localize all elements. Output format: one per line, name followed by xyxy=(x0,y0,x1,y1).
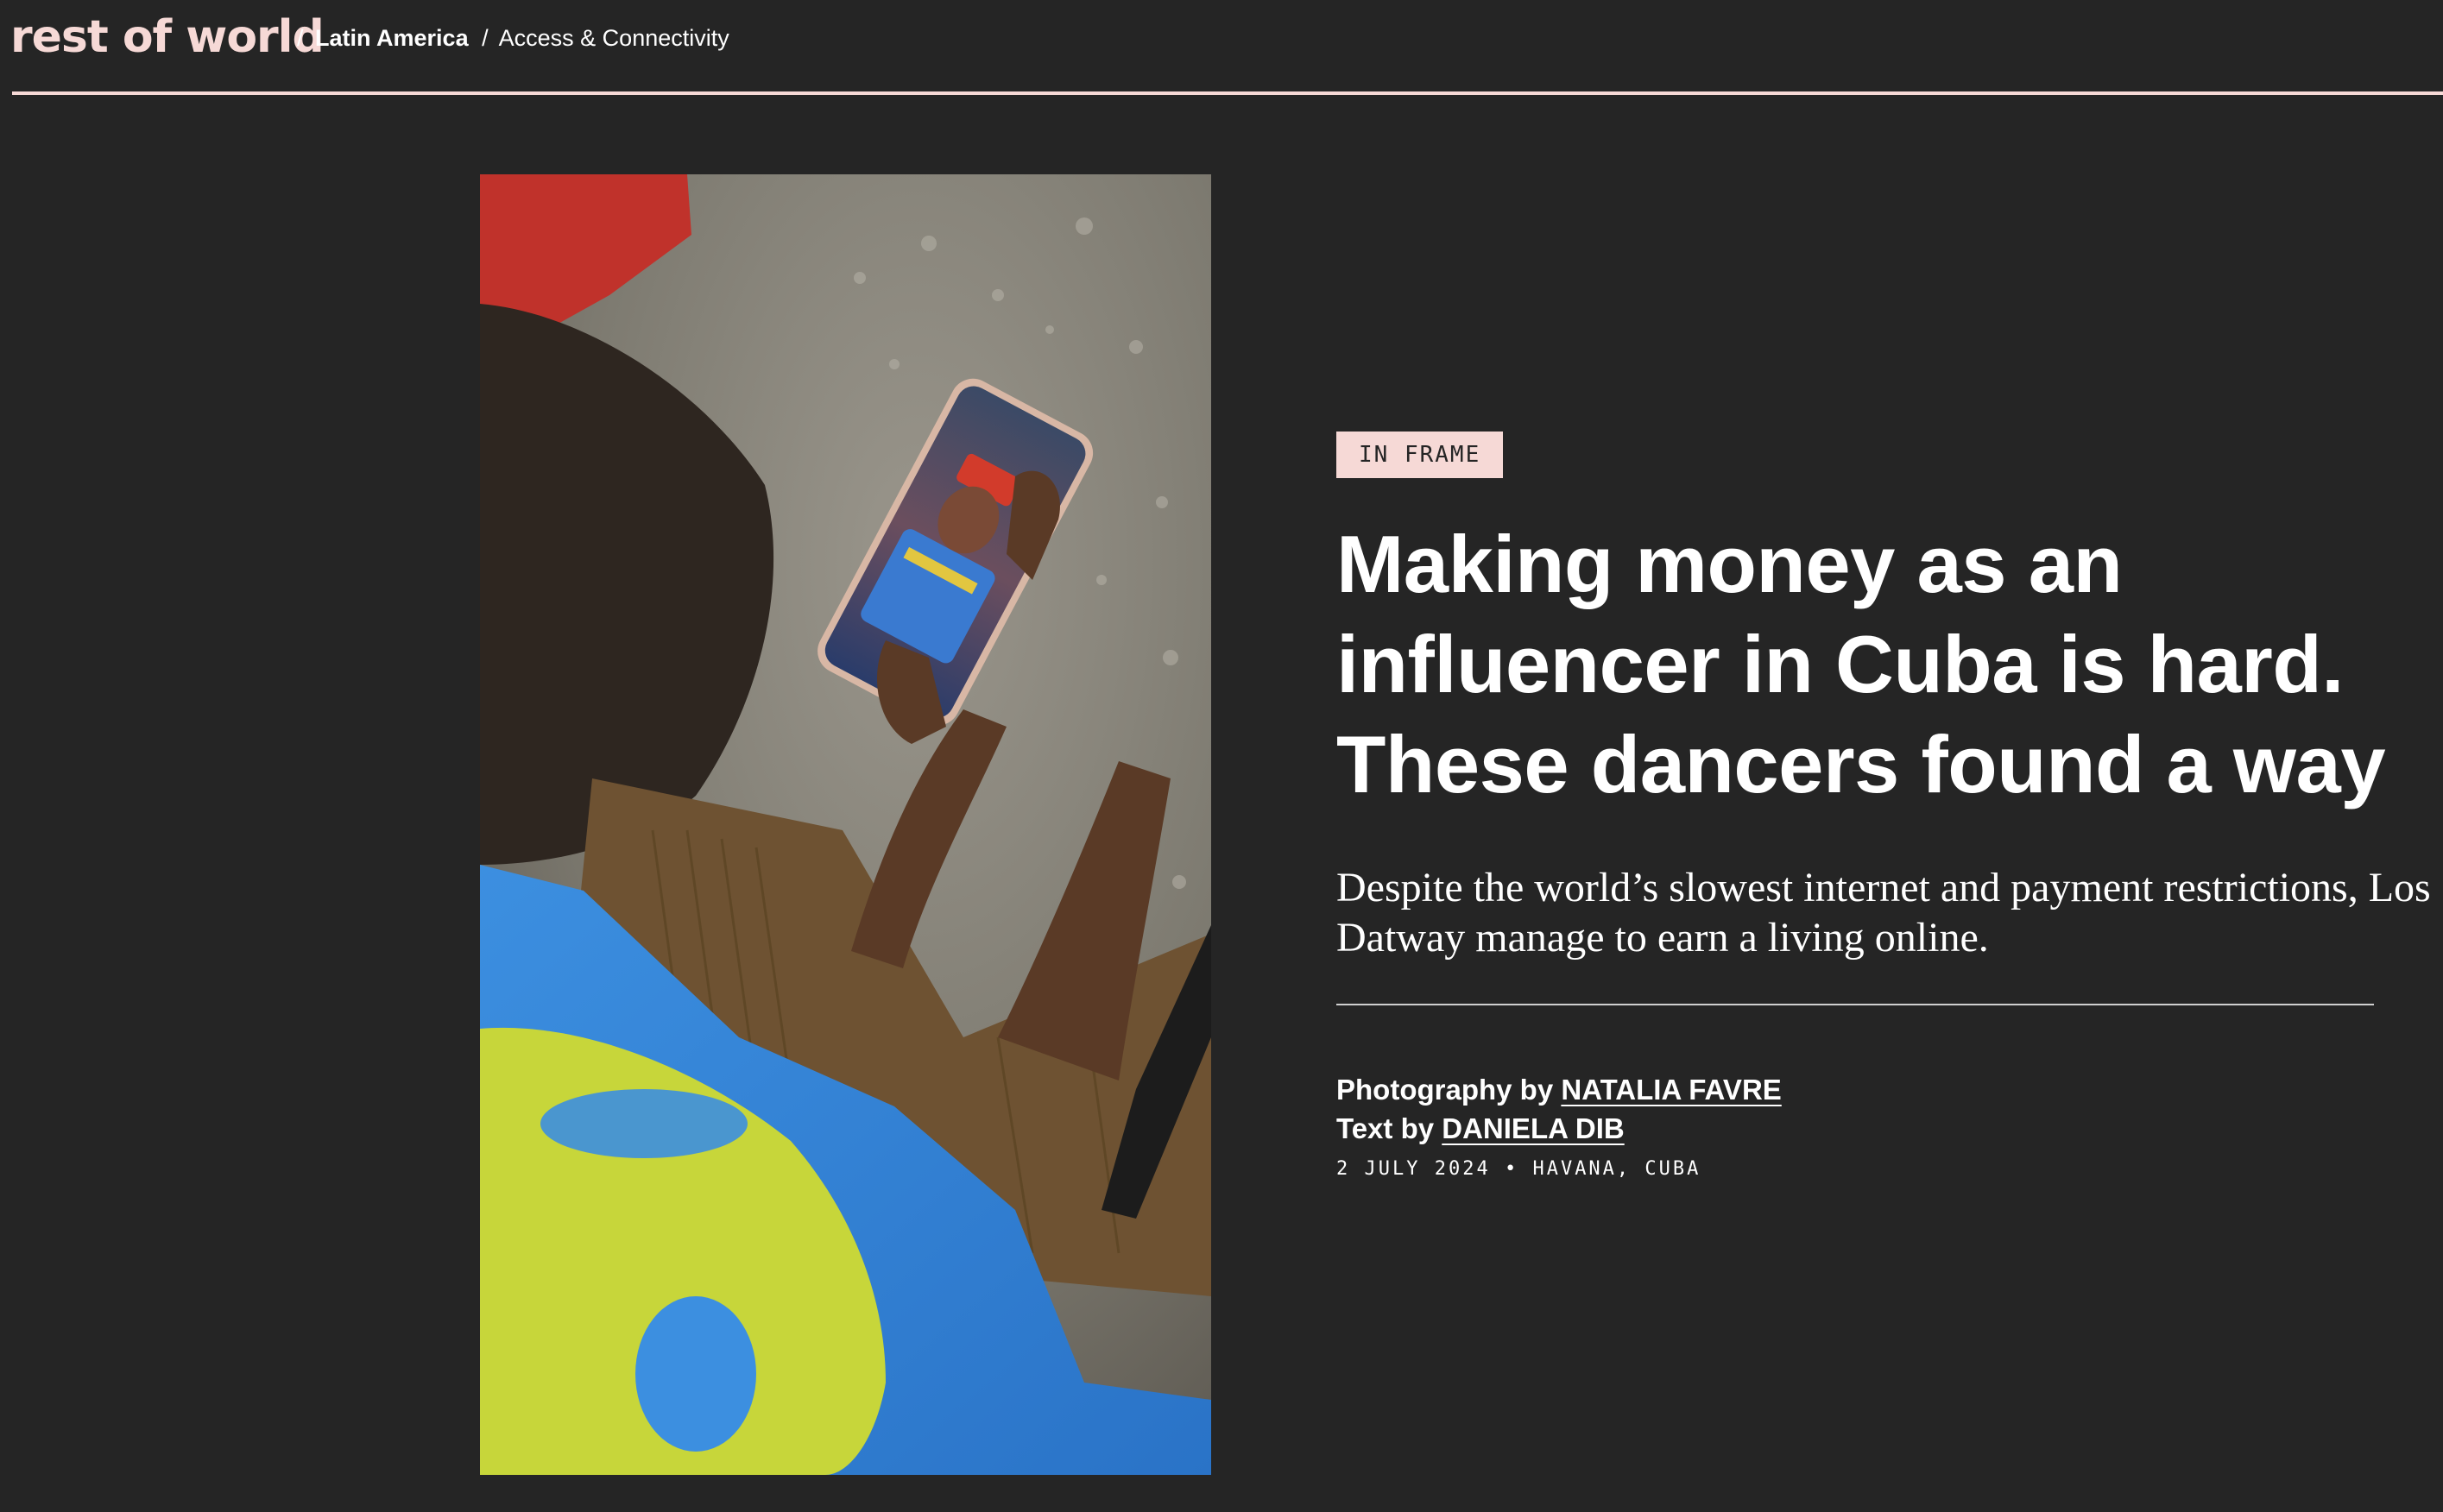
publish-date: 2 JULY 2024 xyxy=(1336,1158,1491,1180)
article-dateline: 2 JULY 2024 • HAVANA, CUBA xyxy=(1336,1156,1701,1182)
header-divider xyxy=(12,91,2443,95)
breadcrumb: / Latin America / Access & Connectivity xyxy=(297,21,729,55)
article-dek: Despite the world’s slowest internet and… xyxy=(1336,865,2431,961)
hero-photo xyxy=(480,174,1211,1475)
text-prefix: Text by xyxy=(1336,1112,1435,1144)
site-logo[interactable]: rest of world xyxy=(10,7,325,67)
photo-image-icon xyxy=(480,174,1211,1475)
photography-credit: Photography by NATALIA FAVRE xyxy=(1336,1070,1782,1109)
article-label-badge[interactable]: IN FRAME xyxy=(1336,432,1504,478)
dateline-bullet: • xyxy=(1504,1158,1519,1180)
breadcrumb-topic-link[interactable]: Access & Connectivity xyxy=(499,25,729,51)
site-header: rest of world / Latin America / Access &… xyxy=(0,0,2443,97)
breadcrumb-separator: / xyxy=(482,25,489,51)
photographer-link[interactable]: NATALIA FAVRE xyxy=(1561,1074,1781,1106)
article-credits: Photography by NATALIA FAVRE Text by DAN… xyxy=(1336,1070,1782,1148)
breadcrumb-section-link[interactable]: Latin America xyxy=(315,25,469,51)
article-headline: Making money as an influencer in Cuba is… xyxy=(1336,519,2386,810)
text-credit: Text by DANIELA DIB xyxy=(1336,1109,1782,1148)
dek-divider xyxy=(1336,1004,2374,1005)
photography-prefix: Photography by xyxy=(1336,1074,1554,1106)
writer-link[interactable]: DANIELA DIB xyxy=(1442,1112,1624,1144)
breadcrumb-separator: / xyxy=(297,25,304,51)
dateline-location: HAVANA, CUBA xyxy=(1532,1158,1701,1180)
